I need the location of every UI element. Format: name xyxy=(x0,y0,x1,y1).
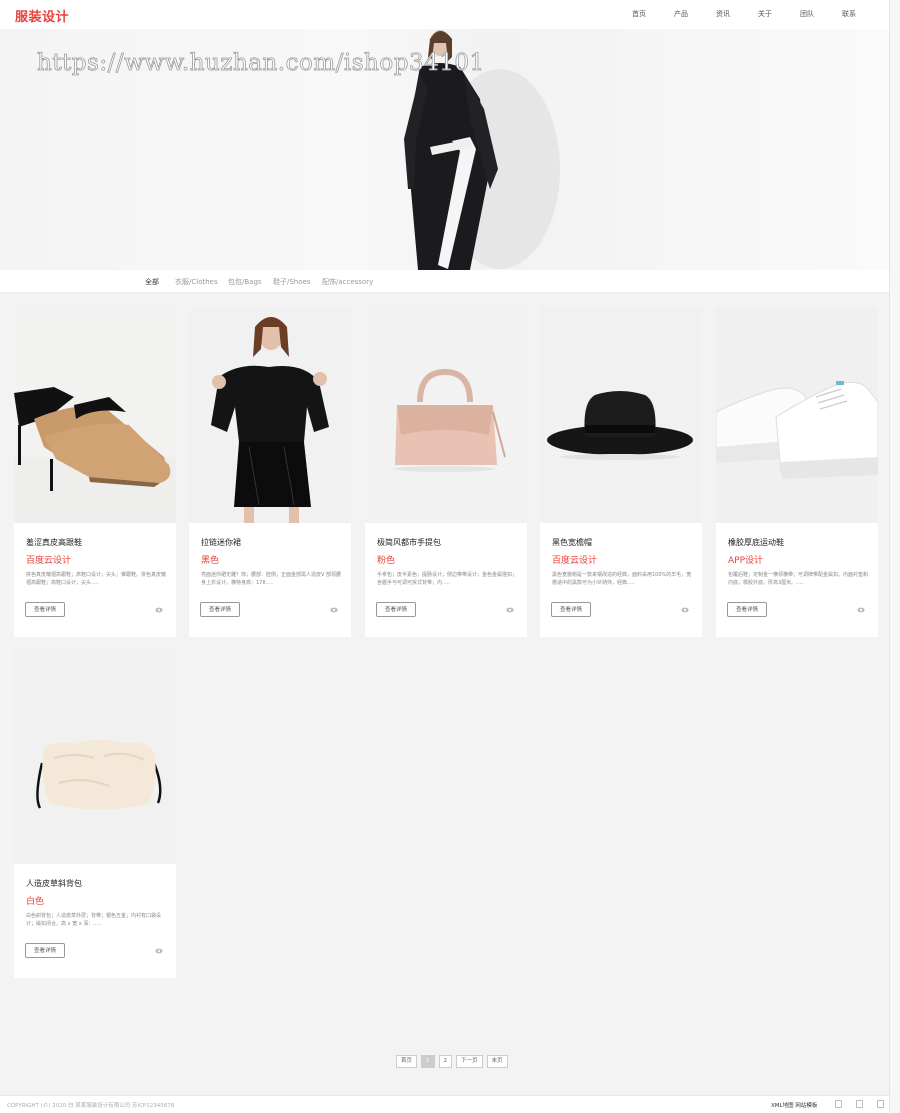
pagination: 首页 1 2 下一页 末页 xyxy=(396,1055,508,1068)
view-details-button[interactable]: 查看详情 xyxy=(376,602,416,617)
category-tabs: 全部 衣服/Clothes 包包/Bags 鞋子/Shoes 配饰/access… xyxy=(0,270,890,293)
category-all[interactable]: 全部 xyxy=(145,277,159,287)
product-title[interactable]: 人造皮草斜背包 xyxy=(26,878,82,889)
copyright-text: COPYRIGHT (©) 2020 白 某某服装设计有限公司 苏ICP1234… xyxy=(7,1103,175,1109)
nav-about[interactable]: 关于 xyxy=(744,9,786,19)
scrollbar[interactable] xyxy=(889,0,900,1112)
nav-contact[interactable]: 联系 xyxy=(828,9,870,19)
product-card[interactable]: 橡胶厚底运动鞋 APP设计 包覆后鞋；定制金一横领横带；可调牌带配金属扣。内面衬… xyxy=(716,307,878,637)
hero-banner: https://www.huzhan.com/ishop34101 xyxy=(0,29,890,270)
nav-home[interactable]: 首页 xyxy=(618,9,660,19)
product-subtitle: 百度云设计 xyxy=(552,556,598,566)
nav-team[interactable]: 团队 xyxy=(786,9,828,19)
product-card[interactable]: 极简风都市手提包 粉色 手拿包；皮半素色；提肠设计；侧边带带设计；金色金属搭扣；… xyxy=(365,307,527,637)
product-image-hat[interactable] xyxy=(540,307,702,523)
product-subtitle: 百度云设计 xyxy=(26,556,72,566)
view-details-button[interactable]: 查看详情 xyxy=(25,602,65,617)
product-title[interactable]: 拉链迷你裙 xyxy=(201,537,241,548)
product-image-skirt[interactable] xyxy=(189,307,351,523)
product-description: 白色斜背包；人造皮草外层；背带；银色五金；内衬有口袋设计；磁扣闭合。高 x 宽 … xyxy=(26,913,162,927)
product-title[interactable]: 羞涩真皮高跟鞋 xyxy=(26,537,82,548)
product-title[interactable]: 橡胶厚底运动鞋 xyxy=(728,537,784,548)
page-1[interactable]: 1 xyxy=(421,1055,435,1068)
eye-icon xyxy=(155,948,163,954)
product-image-heels[interactable] xyxy=(14,307,176,523)
category-shoes[interactable]: 鞋子/Shoes xyxy=(273,277,310,287)
product-title[interactable]: 极简风都市手提包 xyxy=(377,537,441,548)
eye-icon xyxy=(857,607,865,613)
qrcode-icon[interactable] xyxy=(856,1100,863,1108)
product-image-fur-bag[interactable] xyxy=(14,648,176,864)
product-image-sneakers[interactable] xyxy=(716,307,878,523)
footer-links[interactable]: XML地图 网站模板 xyxy=(771,1101,817,1109)
eye-icon xyxy=(681,607,689,613)
view-details-button[interactable]: 查看详情 xyxy=(25,943,65,958)
product-image-handbag[interactable] xyxy=(365,307,527,523)
product-description: 黑色宽檐帽是一款来钢改造的经典，面料采用100%的羊毛，宽檐适中的黑款可为小伙骑… xyxy=(552,572,692,586)
product-card[interactable]: 黑色宽檐帽 百度云设计 黑色宽檐帽是一款来钢改造的经典，面料采用100%的羊毛，… xyxy=(540,307,702,637)
product-card[interactable]: 拉链迷你裙 黑色 亮面迷你裙无雕？饰；腰部：腔侧；正面金部需人造皮V 部领腰身上… xyxy=(189,307,351,637)
watermark-text: https://www.huzhan.com/ishop34101 xyxy=(37,50,485,77)
category-bags[interactable]: 包包/Bags xyxy=(228,277,262,287)
eye-icon xyxy=(330,607,338,613)
phone-icon[interactable] xyxy=(835,1100,842,1108)
product-card[interactable]: 羞涩真皮高跟鞋 百度云设计 拼色真皮皱褶高跟鞋；高鞋口设计；尖头；锥跟鞋。拼色真… xyxy=(14,307,176,637)
product-subtitle: 黑色 xyxy=(201,556,220,566)
nav-news[interactable]: 资讯 xyxy=(702,9,744,19)
main-nav: 首页 产品 资讯 关于 团队 联系 xyxy=(618,9,870,19)
top-header: 服装设计 首页 产品 资讯 关于 团队 联系 xyxy=(0,0,890,30)
page-first[interactable]: 首页 xyxy=(396,1055,418,1068)
nav-products[interactable]: 产品 xyxy=(660,9,702,19)
site-footer: COPYRIGHT (©) 2020 白 某某服装设计有限公司 苏ICP1234… xyxy=(0,1095,890,1113)
product-subtitle: 粉色 xyxy=(377,556,396,566)
product-subtitle: 白色 xyxy=(26,897,45,907)
product-title[interactable]: 黑色宽檐帽 xyxy=(552,537,592,548)
page-next[interactable]: 下一页 xyxy=(456,1055,483,1068)
category-clothes[interactable]: 衣服/Clothes xyxy=(175,277,218,287)
product-description: 手拿包；皮半素色；提肠设计；侧边带带设计；金色金属搭扣；含握手与可调可拆式背带；… xyxy=(377,572,517,586)
product-card[interactable]: 人造皮草斜背包 白色 白色斜背包；人造皮草外层；背带；银色五金；内衬有口袋设计；… xyxy=(14,648,176,978)
product-description: 拼色真皮皱褶高跟鞋；高鞋口设计；尖头；锥跟鞋。拼色真皮皱褶高跟鞋；高鞋口设计；尖… xyxy=(26,572,166,586)
site-logo[interactable]: 服装设计 xyxy=(15,6,69,25)
view-details-button[interactable]: 查看详情 xyxy=(727,602,767,617)
product-description: 亮面迷你裙无雕？饰；腰部：腔侧；正面金部需人造皮V 部领腰身上衣设计。横特身高：… xyxy=(201,572,341,586)
eye-icon xyxy=(155,607,163,613)
eye-icon xyxy=(506,607,514,613)
product-description: 包覆后鞋；定制金一横领横带；可调牌带配金属扣。内面衬垫和内底，橡胶外底。厚高3厘… xyxy=(728,572,868,586)
product-subtitle: APP设计 xyxy=(728,556,764,566)
view-details-button[interactable]: 查看详情 xyxy=(551,602,591,617)
page-last[interactable]: 末页 xyxy=(486,1055,508,1068)
category-accessory[interactable]: 配饰/accessory xyxy=(322,277,373,287)
top-icon[interactable] xyxy=(877,1100,884,1108)
view-details-button[interactable]: 查看详情 xyxy=(200,602,240,617)
page-2[interactable]: 2 xyxy=(438,1055,453,1068)
